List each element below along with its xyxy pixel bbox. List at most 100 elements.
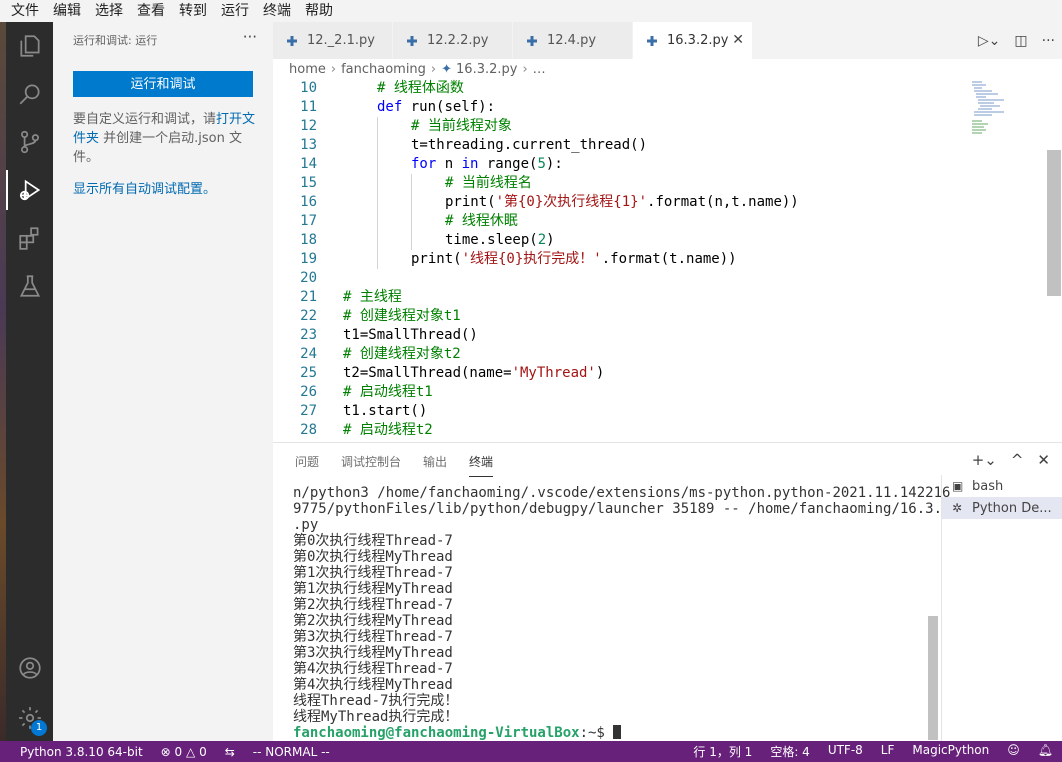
code-line[interactable]: 12 # 当前线程对象 — [273, 117, 973, 136]
code-token: # 当前线程对象 — [411, 118, 512, 134]
code-line[interactable]: 20 — [273, 269, 973, 288]
tab-16-3-2[interactable]: 16.3.2.py ✕ — [633, 22, 753, 59]
code-text: for n in range(5): — [411, 155, 563, 174]
sidebar: 运行和调试: 运行 ··· 运行和调试 要自定义运行和调试，请打开文件夹 并创建… — [53, 22, 273, 741]
tab-label: 16.3.2.py — [667, 33, 729, 48]
code-line[interactable]: 21 # 主线程 — [273, 288, 973, 307]
code-line[interactable]: 10 # 线程体函数 — [273, 79, 973, 98]
code-line[interactable]: 18 time.sleep(2) — [273, 231, 973, 250]
terminal-prompt[interactable]: fanchaoming@fanchaoming-VirtualBox:~$ — [293, 725, 921, 741]
feedback-icon[interactable]: ☺ — [998, 743, 1029, 760]
minimap[interactable] — [970, 79, 1030, 139]
code-line[interactable]: 11 def run(self): — [273, 98, 973, 117]
close-icon[interactable]: ✕ — [732, 32, 744, 48]
run-and-debug-button[interactable]: 运行和调试 — [73, 71, 253, 97]
code-line[interactable]: 24 # 创建线程对象t2 — [273, 345, 973, 364]
explorer-icon[interactable] — [10, 26, 50, 66]
code-token: 2 — [537, 232, 547, 248]
terminal-output[interactable]: n/python3 /home/fanchaoming/.vscode/exte… — [293, 485, 950, 741]
tab-debug-console[interactable]: 调试控制台 — [341, 453, 401, 477]
code-line[interactable]: 27 t1.start() — [273, 402, 973, 421]
testing-flask-icon[interactable] — [10, 266, 50, 306]
code-line[interactable]: 16 print('第{0}次执行线程{1}'.format(n,t.name)) — [273, 193, 973, 212]
terminal-scrollbar[interactable] — [928, 616, 938, 740]
menu-item-3[interactable]: 查看 — [130, 0, 172, 22]
menu-item-0[interactable]: 文件 — [4, 0, 46, 22]
close-panel-icon[interactable]: ✕ — [1037, 451, 1050, 469]
code-token: # 启动线程t2 — [343, 422, 433, 438]
code-line[interactable]: 26 # 启动线程t1 — [273, 383, 973, 402]
code-line[interactable]: 14 for n in range(5): — [273, 155, 973, 174]
terminal-line: 第0次执行线程Thread-7 — [293, 533, 453, 549]
indent-guide — [377, 250, 378, 269]
tab-terminal[interactable]: 终端 — [469, 453, 494, 477]
tab-12-2-1[interactable]: 12._2.1.py — [273, 22, 393, 59]
code-token: n — [436, 156, 462, 172]
code-token: in — [461, 156, 479, 172]
code-line[interactable]: 19 print('线程{0}执行完成！'.format(t.name)) — [273, 250, 973, 269]
search-icon[interactable] — [10, 74, 50, 114]
code-line[interactable]: 28 # 启动线程t2 — [273, 421, 973, 440]
code-editor[interactable]: 10 # 线程体函数 11 def run(self): 12 # 当前线程对象 13 t=t… — [273, 79, 1062, 442]
breadcrumb-home[interactable]: home — [289, 62, 326, 77]
menu-item-5[interactable]: 运行 — [214, 0, 256, 22]
split-editor-icon[interactable]: ◫ — [1014, 33, 1027, 49]
code-text: # 当前线程对象 — [411, 117, 512, 136]
code-token: ) — [546, 232, 555, 248]
code-line[interactable]: 13 t=threading.current_thread() — [273, 136, 973, 155]
code-text: # 当前线程名 — [445, 174, 532, 193]
menu-item-7[interactable]: 帮助 — [298, 0, 340, 22]
python-file-icon — [287, 35, 297, 46]
code-text: print('第{0}次执行线程{1}'.format(n,t.name)) — [445, 193, 799, 212]
encoding[interactable]: UTF-8 — [819, 743, 872, 760]
terminal-item-python-debug[interactable]: ✲ Python De... — [942, 497, 1062, 519]
python-file-icon — [527, 35, 537, 46]
tab-12-4[interactable]: 12.4.py — [513, 22, 633, 59]
settings-gear-icon[interactable]: 1 — [10, 698, 50, 738]
breadcrumb-file[interactable]: ✦ 16.3.2.py — [441, 62, 517, 77]
language-mode[interactable]: MagicPython — [903, 743, 998, 760]
maximize-panel-icon[interactable]: ^ — [1011, 451, 1024, 469]
problems-indicator[interactable]: ⊗ 0 △ 0 — [152, 745, 216, 759]
cursor-position[interactable]: 行 1，列 1 — [684, 743, 761, 760]
python-interpreter[interactable]: Python 3.8.10 64-bit — [0, 745, 152, 759]
new-terminal-icon[interactable]: +⌄ — [972, 451, 997, 469]
live-share-icon[interactable]: ⇆ — [216, 745, 244, 759]
editor-scrollbar[interactable] — [1047, 150, 1061, 296]
run-debug-icon[interactable] — [6, 170, 50, 210]
show-all-configs-link[interactable]: 显示所有自动调试配置。 — [73, 178, 216, 197]
menu-item-4[interactable]: 转到 — [172, 0, 214, 22]
activity-bar: 1 — [0, 22, 53, 741]
tab-output[interactable]: 输出 — [423, 453, 447, 477]
code-token: t1=SmallThread() — [343, 327, 478, 343]
menu-item-2[interactable]: 选择 — [88, 0, 130, 22]
code-line[interactable]: 15 # 当前线程名 — [273, 174, 973, 193]
breadcrumb-user[interactable]: fanchaoming — [341, 62, 426, 77]
more-actions-icon[interactable]: ··· — [1042, 33, 1055, 49]
menu-item-6[interactable]: 终端 — [256, 0, 298, 22]
more-actions-icon[interactable]: ··· — [243, 28, 257, 46]
status-bar: Python 3.8.10 64-bit ⊗ 0 △ 0 ⇆ -- NORMAL… — [0, 741, 1062, 762]
code-line[interactable]: 23 t1=SmallThread() — [273, 326, 973, 345]
code-text: t1.start() — [343, 402, 427, 421]
terminal-line: 第4次执行线程MyThread — [293, 677, 453, 693]
notifications-bell-icon[interactable]: 🔔︎ — [1029, 743, 1062, 760]
run-python-icon[interactable]: ▷⌄ — [978, 33, 1001, 49]
indent-guide — [377, 155, 378, 174]
code-token: t=threading.current_thread() — [411, 137, 648, 153]
prompt-path: :~$ — [579, 725, 614, 741]
accounts-icon[interactable] — [10, 648, 50, 688]
indentation[interactable]: 空格: 4 — [761, 743, 819, 760]
code-line[interactable]: 17 # 线程休眠 — [273, 212, 973, 231]
tab-12-2-2[interactable]: 12.2.2.py — [393, 22, 513, 59]
extensions-icon[interactable] — [10, 218, 50, 258]
code-line[interactable]: 22 # 创建线程对象t1 — [273, 307, 973, 326]
source-control-icon[interactable] — [10, 122, 50, 162]
line-number: 13 — [300, 137, 317, 153]
tab-problems[interactable]: 问题 — [295, 453, 319, 477]
menu-item-1[interactable]: 编辑 — [46, 0, 88, 22]
code-line[interactable]: 25 t2=SmallThread(name='MyThread') — [273, 364, 973, 383]
terminal-item-bash[interactable]: ▣ bash — [942, 475, 1062, 497]
end-of-line[interactable]: LF — [872, 743, 904, 760]
breadcrumb-more[interactable]: … — [533, 62, 546, 77]
